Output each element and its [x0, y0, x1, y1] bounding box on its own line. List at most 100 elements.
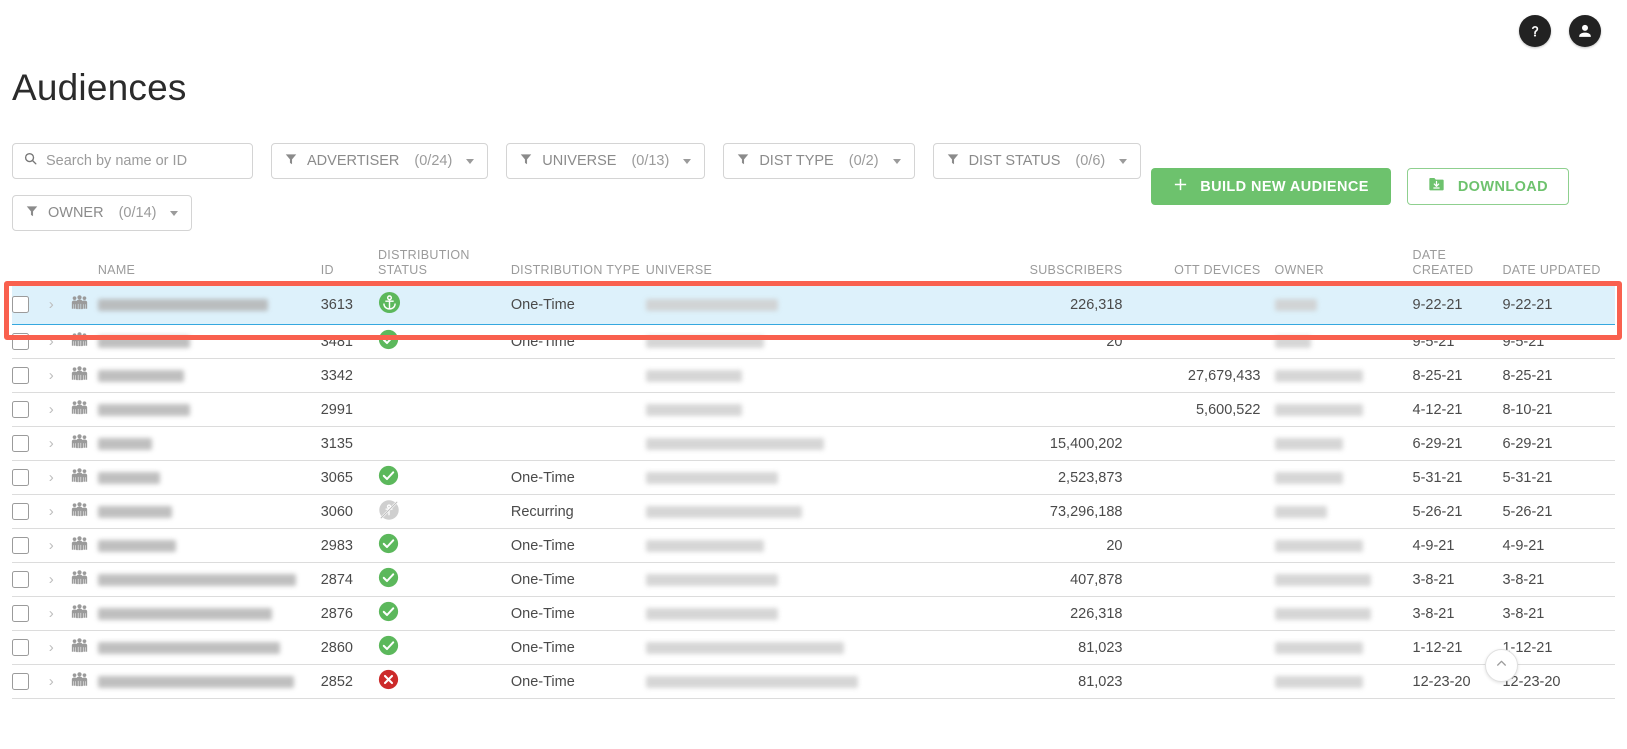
chevron-right-icon[interactable]: › — [49, 435, 71, 452]
row-checkbox[interactable] — [12, 639, 29, 656]
row-expand-cell[interactable]: › — [48, 426, 72, 461]
row-expand-cell[interactable]: › — [48, 630, 72, 665]
table-row[interactable]: › 3481 One-Time 20 9-5-21 9-5-21 — [12, 324, 1615, 359]
row-name[interactable] — [97, 324, 321, 359]
row-expand-cell[interactable]: › — [48, 664, 72, 699]
th-name[interactable]: NAME — [97, 248, 321, 285]
row-expand-cell[interactable]: › — [48, 324, 72, 359]
chevron-right-icon[interactable]: › — [49, 537, 71, 554]
row-checkbox-cell[interactable] — [12, 664, 49, 699]
row-checkbox[interactable] — [12, 296, 29, 313]
success-check-icon[interactable] — [378, 567, 511, 592]
row-checkbox-cell[interactable] — [12, 324, 49, 359]
row-expand-cell[interactable]: › — [48, 358, 72, 393]
chevron-right-icon[interactable]: › — [49, 469, 71, 486]
row-name[interactable] — [97, 494, 321, 529]
chevron-right-icon[interactable]: › — [49, 367, 71, 384]
download-button[interactable]: DOWNLOAD — [1406, 168, 1569, 205]
table-row[interactable]: › 2876 One-Time 226,318 3-8-21 3-8-21 — [12, 596, 1615, 631]
account-person-icon[interactable] — [1569, 15, 1601, 47]
th-select-all[interactable] — [12, 248, 49, 285]
row-checkbox[interactable] — [12, 333, 29, 350]
th-date-updated[interactable]: DATE UPDATED — [1502, 248, 1615, 285]
row-expand-cell[interactable]: › — [48, 562, 72, 597]
chevron-right-icon[interactable]: › — [49, 673, 71, 690]
row-name[interactable] — [97, 284, 321, 325]
th-distribution-type[interactable]: DISTRIBUTION TYPE — [510, 248, 646, 285]
table-row[interactable]: › 3065 One-Time 2,523,873 5-31-21 5-31-21 — [12, 460, 1615, 495]
row-name[interactable] — [97, 358, 321, 393]
table-row[interactable]: › 2983 One-Time 20 4-9-21 4-9-21 — [12, 528, 1615, 563]
distribute-anchor-icon[interactable] — [378, 291, 511, 318]
row-checkbox-cell[interactable] — [12, 460, 49, 495]
table-row[interactable]: › 3060 Recurring 73,296,188 5-26-21 5-26-21 — [12, 494, 1615, 529]
th-id[interactable]: ID — [320, 248, 378, 285]
filter-advertiser[interactable]: ADVERTISER (0/24) — [271, 143, 489, 179]
success-check-icon[interactable] — [378, 635, 511, 660]
chevron-right-icon[interactable]: › — [49, 296, 71, 313]
filter-owner[interactable]: OWNER (0/14) — [12, 195, 193, 231]
table-row[interactable]: › 3613 One-Time 226,318 9-22-21 9-22-21 — [12, 284, 1615, 325]
row-expand-cell[interactable]: › — [48, 392, 72, 427]
row-expand-cell[interactable]: › — [48, 460, 72, 495]
row-checkbox[interactable] — [12, 537, 29, 554]
row-name[interactable] — [97, 460, 321, 495]
row-expand-cell[interactable]: › — [48, 528, 72, 563]
row-checkbox[interactable] — [12, 605, 29, 622]
filter-dist-type[interactable]: DIST TYPE (0/2) — [723, 143, 915, 179]
row-name[interactable] — [97, 562, 321, 597]
row-checkbox-cell[interactable] — [12, 630, 49, 665]
search-input[interactable] — [46, 153, 242, 169]
th-subscribers[interactable]: SUBSCRIBERS — [932, 248, 1137, 285]
row-checkbox-cell[interactable] — [12, 494, 49, 529]
help-question-icon[interactable] — [1519, 15, 1551, 47]
row-name[interactable] — [97, 664, 321, 699]
row-name[interactable] — [97, 630, 321, 665]
row-expand-cell[interactable]: › — [48, 494, 72, 529]
row-checkbox[interactable] — [12, 571, 29, 588]
chevron-right-icon[interactable]: › — [49, 503, 71, 520]
th-owner[interactable]: OWNER — [1274, 248, 1413, 285]
build-new-audience-button[interactable]: BUILD NEW AUDIENCE — [1151, 168, 1391, 205]
filter-universe[interactable]: UNIVERSE (0/13) — [506, 143, 706, 179]
row-checkbox[interactable] — [12, 503, 29, 520]
row-checkbox[interactable] — [12, 673, 29, 690]
chevron-right-icon[interactable]: › — [49, 605, 71, 622]
row-name[interactable] — [97, 392, 321, 427]
row-checkbox-cell[interactable] — [12, 426, 49, 461]
error-x-icon[interactable] — [378, 669, 511, 694]
scroll-to-top-button[interactable] — [1485, 649, 1518, 682]
row-checkbox[interactable] — [12, 401, 29, 418]
table-row[interactable]: › 2852 One-Time 81,023 12-23-20 12-23-20 — [12, 664, 1615, 699]
chevron-right-icon[interactable]: › — [49, 571, 71, 588]
chevron-right-icon[interactable]: › — [49, 401, 71, 418]
success-check-icon[interactable] — [378, 601, 511, 626]
table-row[interactable]: › 2874 One-Time 407,878 3-8-21 3-8-21 — [12, 562, 1615, 597]
row-checkbox[interactable] — [12, 367, 29, 384]
row-checkbox[interactable] — [12, 435, 29, 452]
row-checkbox[interactable] — [12, 469, 29, 486]
success-check-icon[interactable] — [378, 533, 511, 558]
th-date-created[interactable]: DATE CREATED — [1412, 248, 1503, 285]
table-row[interactable]: › 3342 27,679,433 8-25-21 8-25-21 — [12, 358, 1615, 393]
th-universe[interactable]: UNIVERSE — [645, 248, 933, 285]
row-checkbox-cell[interactable] — [12, 392, 49, 427]
table-row[interactable]: › 2860 One-Time 81,023 1-12-21 1-12-21 — [12, 630, 1615, 665]
row-name[interactable] — [97, 528, 321, 563]
filter-dist-status[interactable]: DIST STATUS (0/6) — [932, 143, 1142, 179]
row-checkbox-cell[interactable] — [12, 596, 49, 631]
th-distribution-status[interactable]: DISTRIBUTION STATUS — [377, 248, 511, 285]
row-checkbox-cell[interactable] — [12, 358, 49, 393]
table-row[interactable]: › 3135 15,400,202 6-29-21 6-29-21 — [12, 426, 1615, 461]
row-checkbox-cell[interactable] — [12, 562, 49, 597]
search-input-wrapper[interactable] — [12, 143, 253, 179]
distribution-disabled-icon[interactable] — [378, 499, 511, 525]
success-check-icon[interactable] — [378, 465, 511, 490]
row-name[interactable] — [97, 596, 321, 631]
th-ott-devices[interactable]: OTT DEVICES — [1136, 248, 1275, 285]
table-row[interactable]: › 2991 5,600,522 4-12-21 8-10-21 — [12, 392, 1615, 427]
row-expand-cell[interactable]: › — [48, 284, 72, 325]
row-checkbox-cell[interactable] — [12, 284, 49, 325]
row-name[interactable] — [97, 426, 321, 461]
success-check-icon[interactable] — [378, 329, 511, 354]
